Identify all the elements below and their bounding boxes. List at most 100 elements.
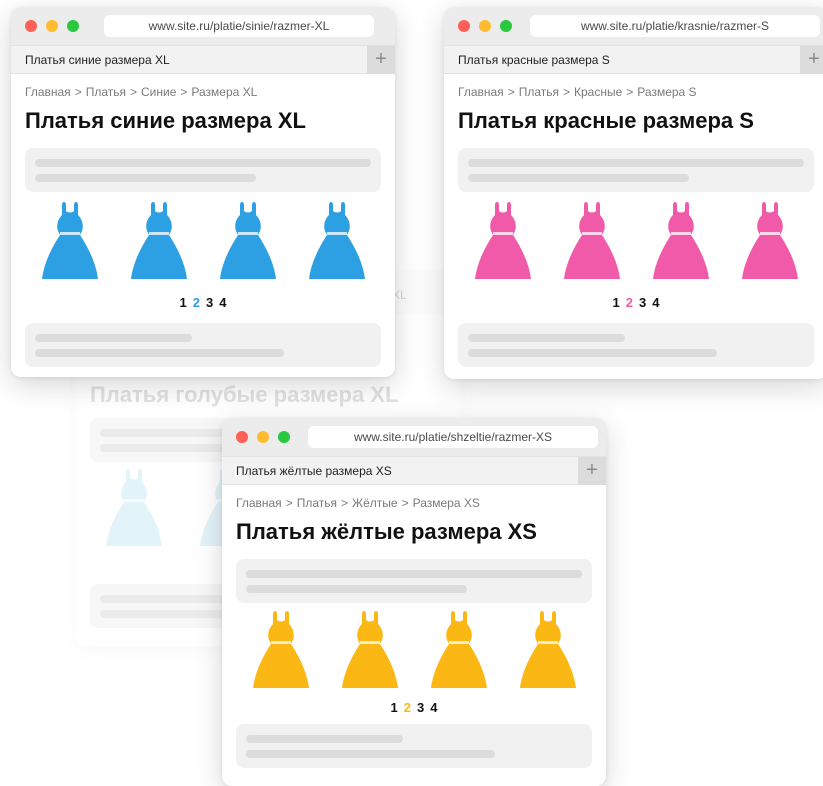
- dress-product-image[interactable]: [308, 201, 365, 281]
- maximize-window-icon[interactable]: [67, 20, 79, 32]
- breadcrumb-separator: >: [130, 85, 138, 99]
- dress-product-image[interactable]: [474, 201, 531, 281]
- dress-belt: [270, 641, 291, 644]
- dress-product-image[interactable]: [130, 201, 187, 281]
- page-number[interactable]: 3: [639, 295, 646, 310]
- dress-shape: [130, 202, 187, 279]
- page-number[interactable]: 2: [193, 295, 200, 310]
- tab-bar: Платья жёлтые размера XS +: [222, 456, 606, 485]
- tab-bar: Платья красные размера S +: [444, 45, 823, 74]
- breadcrumb-link[interactable]: Главная: [458, 85, 504, 99]
- tab-bar: Платья синие размера XL +: [11, 45, 395, 74]
- close-window-icon[interactable]: [25, 20, 37, 32]
- browser-window: www.site.ru/platie/sinie/razmer-XL Плать…: [11, 7, 395, 377]
- new-tab-icon[interactable]: +: [800, 46, 823, 74]
- address-bar[interactable]: www.site.ru/platie/sinie/razmer-XL: [104, 15, 374, 37]
- dress-product-image[interactable]: [563, 201, 620, 281]
- breadcrumb-link[interactable]: Размера XS: [413, 496, 480, 510]
- browser-window: www.site.ru/platie/shzeltie/razmer-XS Пл…: [222, 418, 606, 786]
- breadcrumb-link[interactable]: Главная: [25, 85, 71, 99]
- breadcrumb: Главная > Платья > Синие > Размера XL: [25, 85, 257, 99]
- dress-shape: [308, 202, 365, 279]
- new-tab-icon[interactable]: +: [578, 457, 606, 485]
- breadcrumb-separator: >: [563, 85, 571, 99]
- page-title: Платья красные размера S: [458, 108, 754, 133]
- dress-shape: [341, 611, 398, 688]
- page-number[interactable]: 2: [404, 700, 411, 715]
- dress-shape: [474, 202, 531, 279]
- close-window-icon[interactable]: [458, 20, 470, 32]
- dress-product-image[interactable]: [41, 201, 98, 281]
- dress-belt: [670, 232, 691, 235]
- dress-product-image[interactable]: [219, 201, 276, 281]
- dress-belt: [326, 232, 347, 235]
- dress-belt: [492, 232, 513, 235]
- page-title: Платья жёлтые размера XS: [236, 519, 537, 544]
- breadcrumb-link[interactable]: Главная: [236, 496, 282, 510]
- breadcrumb-separator: >: [74, 85, 82, 99]
- page-number[interactable]: 3: [417, 700, 424, 715]
- dress-shape: [219, 202, 276, 279]
- breadcrumb-link[interactable]: Платья: [297, 496, 337, 510]
- breadcrumb-separator: >: [507, 85, 515, 99]
- page-number[interactable]: 1: [391, 700, 398, 715]
- dress-belt: [359, 641, 380, 644]
- page-number[interactable]: 1: [180, 295, 187, 310]
- dress-shape: [741, 202, 798, 279]
- window-controls: [236, 431, 290, 443]
- breadcrumb-link[interactable]: Платья: [519, 85, 559, 99]
- dress-product-image[interactable]: [430, 610, 487, 690]
- breadcrumb-link[interactable]: Размера S: [637, 85, 696, 99]
- breadcrumb-link[interactable]: Жёлтые: [352, 496, 398, 510]
- product-row: [236, 610, 592, 692]
- dress-product-image[interactable]: [252, 610, 309, 690]
- title-bar: www.site.ru/platie/krasnie/razmer-S: [444, 7, 823, 45]
- dress-icon: [106, 469, 162, 546]
- breadcrumb-link[interactable]: Красные: [574, 85, 622, 99]
- pagination: 1234: [222, 700, 606, 715]
- window-controls: [25, 20, 79, 32]
- dress-product-image[interactable]: [519, 610, 576, 690]
- page-number[interactable]: 4: [652, 295, 659, 310]
- address-bar[interactable]: www.site.ru/platie/shzeltie/razmer-XS: [308, 426, 598, 448]
- page-number[interactable]: 4: [219, 295, 226, 310]
- breadcrumb-separator: >: [401, 496, 409, 510]
- close-window-icon[interactable]: [236, 431, 248, 443]
- page-number[interactable]: 1: [613, 295, 620, 310]
- address-bar[interactable]: www.site.ru/platie/krasnie/razmer-S: [530, 15, 820, 37]
- new-tab-icon[interactable]: +: [367, 46, 395, 74]
- tab-title[interactable]: Платья красные размера S: [458, 46, 610, 74]
- minimize-window-icon[interactable]: [479, 20, 491, 32]
- breadcrumb-link[interactable]: Синие: [141, 85, 176, 99]
- maximize-window-icon[interactable]: [278, 431, 290, 443]
- tab-title[interactable]: Платья синие размера XL: [25, 46, 170, 74]
- skeleton-text-block: [458, 323, 814, 367]
- dress-product-image[interactable]: [652, 201, 709, 281]
- breadcrumb-separator: >: [626, 85, 634, 99]
- product-row: [458, 201, 814, 283]
- dress-belt: [759, 232, 780, 235]
- dress-belt: [148, 232, 169, 235]
- breadcrumb-link[interactable]: Размера XL: [191, 85, 257, 99]
- dress-shape: [252, 611, 309, 688]
- minimize-window-icon[interactable]: [257, 431, 269, 443]
- dress-belt: [59, 232, 80, 235]
- page-number[interactable]: 4: [430, 700, 437, 715]
- page-number[interactable]: 2: [626, 295, 633, 310]
- maximize-window-icon[interactable]: [500, 20, 512, 32]
- dress-shape: [652, 202, 709, 279]
- pagination: 1234: [444, 295, 823, 310]
- tab-title[interactable]: Платья жёлтые размера XS: [236, 457, 392, 485]
- skeleton-text-block: [236, 724, 592, 768]
- page-number[interactable]: 3: [206, 295, 213, 310]
- dress-product-image[interactable]: [341, 610, 398, 690]
- breadcrumb-separator: >: [285, 496, 293, 510]
- dress-product-image[interactable]: [741, 201, 798, 281]
- dress-shape: [430, 611, 487, 688]
- breadcrumb: Главная > Платья > Красные > Размера S: [458, 85, 697, 99]
- dress-belt: [237, 232, 258, 235]
- breadcrumb-link[interactable]: Платья: [86, 85, 126, 99]
- dress-shape: [41, 202, 98, 279]
- dress-shape: [106, 469, 162, 546]
- minimize-window-icon[interactable]: [46, 20, 58, 32]
